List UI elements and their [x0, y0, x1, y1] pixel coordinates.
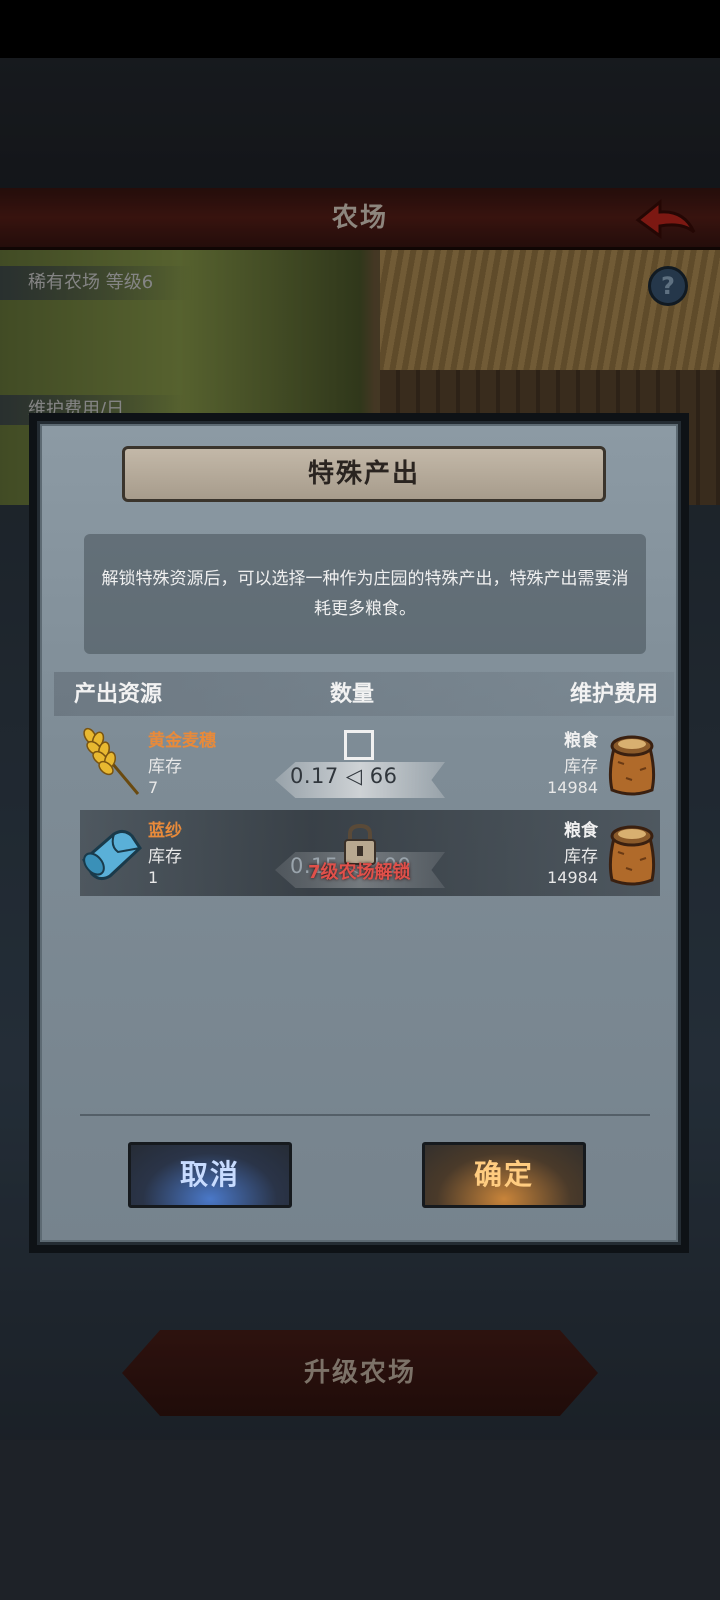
unlock-requirement: 7级农场解锁	[308, 862, 411, 883]
bottom-band	[0, 1440, 720, 1600]
golden-wheat-icon	[83, 727, 140, 795]
select-checkbox[interactable]	[344, 730, 374, 760]
confirm-button[interactable]: 确定	[422, 1142, 586, 1208]
dialog-title-plate: 特殊产出	[122, 446, 606, 502]
stock-label: 库存	[148, 757, 182, 777]
cost-stock-label: 库存	[564, 757, 598, 777]
divider	[80, 1114, 650, 1116]
column-header-quantity: 数量	[330, 682, 375, 707]
list-item: 蓝纱 库存 1 0.15 ◁ 100 7级农场解锁 粮食 库存 14984	[80, 810, 660, 896]
conversion-ratio: 0.17 ◁ 66	[290, 764, 398, 788]
confirm-label: 确定	[473, 1158, 534, 1191]
grain-sack-icon	[608, 825, 656, 886]
special-output-dialog: 特殊产出 解锁特殊资源后，可以选择一种作为庄园的特殊产出，特殊产出需要消耗更多粮…	[29, 413, 689, 1253]
grain-sack-icon	[608, 735, 656, 796]
column-header-cost: 维护费用	[569, 682, 658, 707]
stock-label: 库存	[148, 847, 182, 867]
dialog-panel: 特殊产出 解锁特殊资源后，可以选择一种作为庄园的特殊产出，特殊产出需要消耗更多粮…	[37, 421, 681, 1245]
dialog-title: 特殊产出	[307, 459, 420, 489]
blue-cloth-icon	[82, 829, 142, 881]
cost-resource-name: 粮食	[564, 821, 598, 841]
cost-stock-value: 14984	[547, 868, 598, 887]
column-header-resource: 产出资源	[74, 682, 163, 707]
resource-name: 黄金麦穗	[148, 731, 216, 751]
status-bar	[0, 0, 720, 58]
cost-resource-name: 粮食	[564, 731, 598, 751]
description-box: 解锁特殊资源后，可以选择一种作为庄园的特殊产出，特殊产出需要消耗更多粮食。	[84, 534, 646, 654]
cost-stock-label: 库存	[564, 847, 598, 867]
resource-name: 蓝纱	[148, 821, 182, 841]
stock-value: 1	[148, 868, 159, 887]
stock-value: 7	[148, 778, 159, 797]
cost-stock-value: 14984	[547, 778, 598, 797]
cancel-button[interactable]: 取消	[128, 1142, 292, 1208]
list-item[interactable]: 黄金麦穗 库存 7 0.17 ◁ 66 粮食 库存 14984	[80, 720, 660, 806]
cancel-label: 取消	[179, 1158, 240, 1191]
description-text: 解锁特殊资源后，可以选择一种作为庄园的特殊产出，特殊产出需要消耗更多粮食。	[101, 569, 629, 619]
